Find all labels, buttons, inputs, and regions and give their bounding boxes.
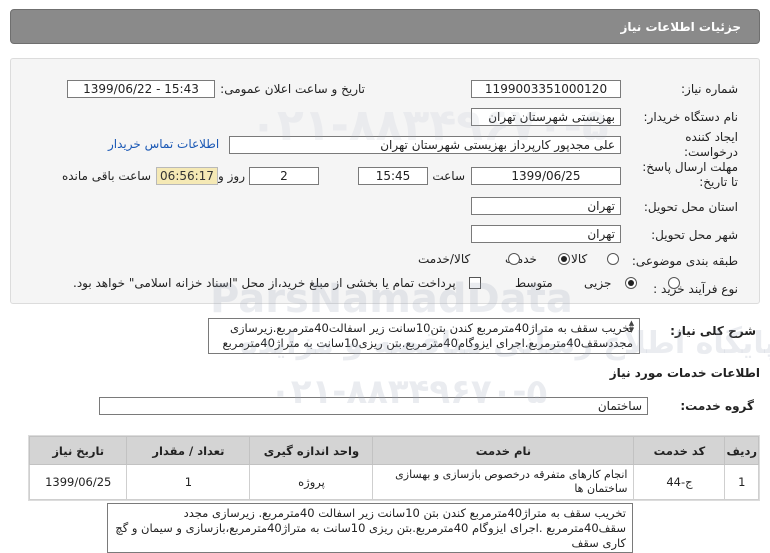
deadline-time-label: ساعت	[432, 169, 465, 183]
treasury-payment-checkbox[interactable]	[469, 277, 481, 289]
announce-date-label: تاریخ و ساعت اعلان عمومی:	[220, 82, 365, 96]
page-title: جزئیات اطلاعات نیاز	[620, 19, 741, 34]
days-label: روز و	[218, 169, 245, 183]
deadline-label-line1: مهلت ارسال پاسخ:	[642, 160, 738, 174]
col-name: نام خدمت	[372, 436, 635, 465]
creator-label-line2: درخواست:	[684, 145, 738, 159]
category-radio-service[interactable]	[557, 253, 570, 265]
remaining-label: ساعت باقی مانده	[61, 169, 151, 183]
textarea-scroll-arrows[interactable]: ▲ ▼	[627, 320, 636, 352]
deadline-label-line2: تا تاریخ:	[699, 175, 738, 189]
city-field[interactable]: تهران	[471, 225, 621, 243]
buyer-org-label: نام دستگاه خریدار:	[643, 110, 739, 124]
table-row[interactable]: 1 ج-44 انجام کارهای متفرقه درخصوص بازساز…	[28, 464, 759, 500]
col-date: تاریخ نیاز	[28, 436, 128, 465]
need-number-label: شماره نیاز:	[681, 82, 738, 96]
col-index: ردیف	[724, 436, 759, 465]
cell-unit: پروژه	[249, 464, 374, 500]
col-code: کد خدمت	[633, 436, 726, 465]
category-label: طبقه بندی موضوعی:	[631, 254, 738, 268]
services-table: ردیف کد خدمت نام خدمت واحد اندازه گیری ت…	[28, 436, 759, 500]
cell-index: 1	[724, 464, 759, 500]
city-label: شهر محل تحویل:	[651, 228, 738, 242]
buyer-org-field[interactable]: بهزیستی شهرستان تهران	[471, 108, 621, 126]
cell-name: انجام کارهای متفرقه درخصوص بازسازی و بهس…	[372, 464, 635, 500]
category-radio-goods-service[interactable]	[507, 253, 520, 265]
page-title-bar: جزئیات اطلاعات نیاز	[10, 9, 760, 44]
cell-date: 1399/06/25	[28, 464, 128, 500]
days-remaining-field[interactable]: 2	[249, 167, 319, 185]
cell-code: ج-44	[633, 464, 726, 500]
creator-field[interactable]: علی مجدپور کارپرداز بهزیستی شهرستان تهرا…	[229, 136, 621, 154]
service-group-label: گروه خدمت:	[680, 399, 754, 413]
deadline-time-field[interactable]: 15:45	[358, 167, 428, 185]
deadline-date-field[interactable]: 1399/06/25	[471, 167, 621, 185]
category-radio-goods[interactable]	[607, 253, 619, 265]
buyer-contact-link[interactable]: اطلاعات تماس خریدار	[108, 137, 219, 151]
creator-label-line1: ایجاد کننده	[685, 130, 738, 144]
category-option-goods-service: کالا/خدمت	[418, 252, 471, 266]
treasury-payment-note: پرداخت تمام یا بخشی از مبلغ خرید،از محل …	[73, 276, 456, 290]
service-group-field[interactable]: ساختمان	[99, 397, 648, 415]
need-number-field[interactable]: 1199003351000120	[471, 80, 621, 98]
category-option-goods: کالا	[571, 252, 588, 266]
table-header-row: ردیف کد خدمت نام خدمت واحد اندازه گیری ت…	[28, 436, 759, 465]
col-unit: واحد اندازه گیری	[249, 436, 374, 465]
process-option-medium: متوسط	[515, 276, 553, 290]
remaining-time-field: 06:56:17	[156, 167, 218, 185]
process-type-label: نوع فرآیند خرید :	[653, 282, 738, 296]
description-textarea[interactable]: تخریب سقف به متراژ40مترمربع کندن بتن10سا…	[208, 318, 640, 354]
province-label: استان محل تحویل:	[643, 200, 738, 214]
services-section-title: اطلاعات خدمات مورد نیاز	[609, 366, 760, 380]
col-qty: تعداد / مقدار	[126, 436, 251, 465]
province-field[interactable]: تهران	[471, 197, 621, 215]
description-label: شرح کلی نیاز:	[670, 324, 756, 338]
announce-date-field[interactable]: 1399/06/22 - 15:43	[67, 80, 215, 98]
services-table-panel: ردیف کد خدمت نام خدمت واحد اندازه گیری ت…	[28, 435, 760, 501]
cell-qty: 1	[126, 464, 251, 500]
process-option-minor: جزیی	[584, 276, 612, 290]
buyer-notes-box[interactable]: تخریب سقف به متراژ40مترمربع کندن بتن 10س…	[107, 503, 633, 553]
